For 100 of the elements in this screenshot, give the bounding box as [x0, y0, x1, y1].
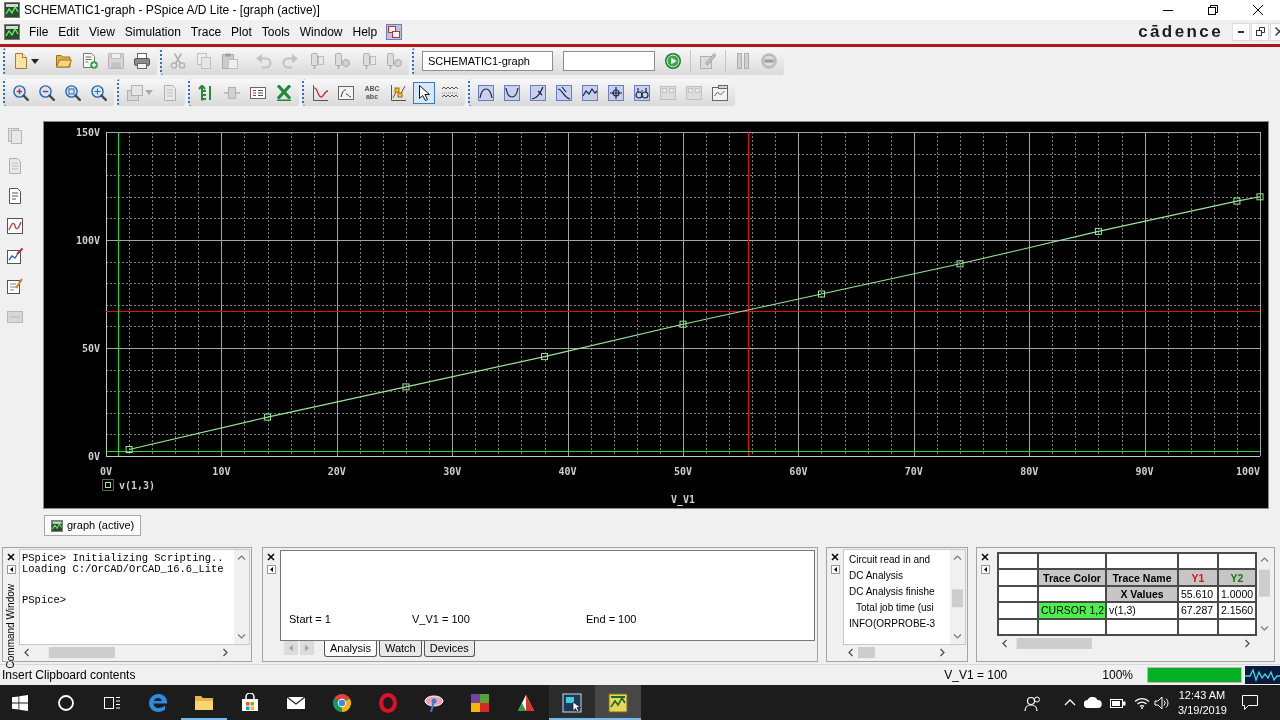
- x-tick-label: 90V: [1135, 466, 1154, 477]
- battery-icon[interactable]: [1110, 696, 1126, 709]
- ring-logo-icon: [378, 692, 398, 713]
- taskbar-app-button[interactable]: [595, 685, 641, 720]
- arrow-left-icon[interactable]: [266, 565, 276, 574]
- y-axis-icon[interactable]: [198, 84, 214, 101]
- run-icon[interactable]: [665, 53, 681, 69]
- multi-peak-icon[interactable]: [582, 84, 598, 101]
- volume-icon[interactable]: [1154, 695, 1170, 710]
- taskbar-app-button[interactable]: [549, 685, 595, 720]
- y-tick-label: 0V: [87, 451, 100, 462]
- cascade-windows-icon[interactable]: [386, 24, 403, 40]
- x-tick-label: 60V: [789, 466, 808, 477]
- input-field[interactable]: [563, 51, 655, 71]
- curve-chart-icon[interactable]: [312, 84, 328, 101]
- note-pencil-icon[interactable]: [7, 278, 23, 294]
- panel-tab[interactable]: Devices: [423, 641, 475, 657]
- menu-item[interactable]: Simulation: [119, 23, 186, 41]
- graph-icon: [51, 519, 63, 532]
- app-icon: [608, 692, 628, 713]
- zoom-in-icon[interactable]: [13, 84, 29, 101]
- menu-item[interactable]: Window: [294, 23, 348, 41]
- window-title: SCHEMATIC1-graph - PSpice A/D Lite - [graph (active)]: [24, 2, 320, 18]
- peak-curve-icon[interactable]: [478, 84, 494, 101]
- x-tick-label: 0V: [100, 466, 112, 477]
- table-cell: v(1,3): [1106, 602, 1178, 619]
- trace-marker: [541, 353, 548, 361]
- profile-field[interactable]: SCHEMATIC1-graph: [422, 51, 553, 71]
- caret-down-icon[interactable]: [31, 58, 39, 64]
- menu-item[interactable]: Tools: [256, 23, 295, 41]
- cross-icon[interactable]: [276, 84, 292, 101]
- zoom-fit-icon[interactable]: [91, 84, 107, 101]
- folder-icon[interactable]: [56, 53, 72, 69]
- menu-item[interactable]: View: [84, 23, 120, 41]
- panel-title: Command Window: [5, 584, 17, 669]
- close-icon: [1274, 27, 1280, 37]
- close-icon[interactable]: [7, 553, 15, 561]
- menu-item[interactable]: Edit: [53, 23, 85, 41]
- crosshair-icon[interactable]: [608, 84, 624, 101]
- chart-pencil-icon[interactable]: [7, 248, 23, 264]
- menu-item[interactable]: File: [24, 23, 54, 41]
- sweep-field: V_V1 = 100: [412, 612, 470, 625]
- document-lines-icon[interactable]: [7, 188, 23, 204]
- trace-marker: [264, 413, 272, 421]
- chevron-up-icon[interactable]: [1064, 699, 1076, 706]
- select-tool-button[interactable]: [413, 81, 435, 104]
- document-restore-button[interactable]: [1251, 23, 1269, 41]
- close-icon: [1252, 5, 1263, 15]
- falling-curve-icon[interactable]: [556, 84, 572, 101]
- slope-curve-icon[interactable]: [530, 84, 546, 101]
- x-tick-label: 100V: [1235, 466, 1260, 477]
- printer-icon[interactable]: [134, 53, 150, 69]
- trace-marker: [679, 320, 687, 328]
- wifi-icon[interactable]: [1134, 696, 1150, 709]
- x-tick-label: 20V: [327, 466, 346, 477]
- shopping-bag-icon: [240, 692, 260, 713]
- sweep-value: V_V1 = 100: [944, 667, 1008, 683]
- y-tick-label: 100V: [75, 235, 100, 246]
- close-icon[interactable]: [981, 553, 989, 561]
- zoom-area-icon[interactable]: [65, 84, 81, 101]
- minimize-icon: [1162, 9, 1173, 11]
- cloud-icon[interactable]: [1084, 697, 1102, 708]
- panel-tab[interactable]: Analysis: [324, 641, 377, 657]
- arrow-left-icon[interactable]: [6, 565, 16, 574]
- minimize-icon: [1238, 31, 1244, 33]
- arrow-left-icon[interactable]: [980, 565, 990, 574]
- vertical-scrollbar[interactable]: [234, 550, 249, 644]
- app-logo-icon[interactable]: [4, 24, 20, 40]
- sweep-field: Start = 1: [289, 612, 331, 625]
- people-icon[interactable]: [1024, 694, 1040, 711]
- binoculars-icon[interactable]: [634, 84, 650, 101]
- search-icon: [58, 694, 74, 711]
- round-logo-icon: [332, 692, 352, 713]
- window-chart-icon[interactable]: [712, 84, 728, 101]
- marker-chart-icon[interactable]: [390, 84, 406, 101]
- app-icon: [562, 692, 582, 713]
- new-document-icon[interactable]: [82, 53, 98, 69]
- menu-item[interactable]: Help: [347, 23, 383, 41]
- notification-icon[interactable]: [1242, 695, 1258, 710]
- document-minimize-button[interactable]: [1232, 23, 1250, 41]
- waveform-chart-icon[interactable]: [7, 218, 23, 234]
- console-line: Loading C:/OrCAD/OrCAD_16.6_Lite: [22, 564, 225, 575]
- note-icon[interactable]: [250, 84, 266, 101]
- document-tab[interactable]: graph (active): [44, 515, 142, 536]
- close-icon[interactable]: [267, 553, 275, 561]
- trough-curve-icon[interactable]: [504, 84, 520, 101]
- menu-item[interactable]: Trace: [185, 23, 227, 41]
- zoom-out-icon[interactable]: [39, 84, 55, 101]
- menu-item[interactable]: Plot: [226, 23, 257, 41]
- console-prompt: PSpice>: [22, 595, 68, 606]
- x-tick-label: 40V: [558, 466, 577, 477]
- log-line: DC Analysis: [849, 569, 904, 583]
- panel-tab[interactable]: Watch: [378, 641, 422, 657]
- function-box-icon[interactable]: [338, 84, 354, 101]
- table-cell: 55.610: [1178, 585, 1218, 603]
- vertical-scrollbar[interactable]: [950, 550, 965, 644]
- trace-marker: [1094, 227, 1102, 235]
- x-tick-label: 30V: [443, 466, 462, 477]
- close-icon[interactable]: [831, 553, 839, 561]
- arrow-left-icon[interactable]: [830, 565, 840, 574]
